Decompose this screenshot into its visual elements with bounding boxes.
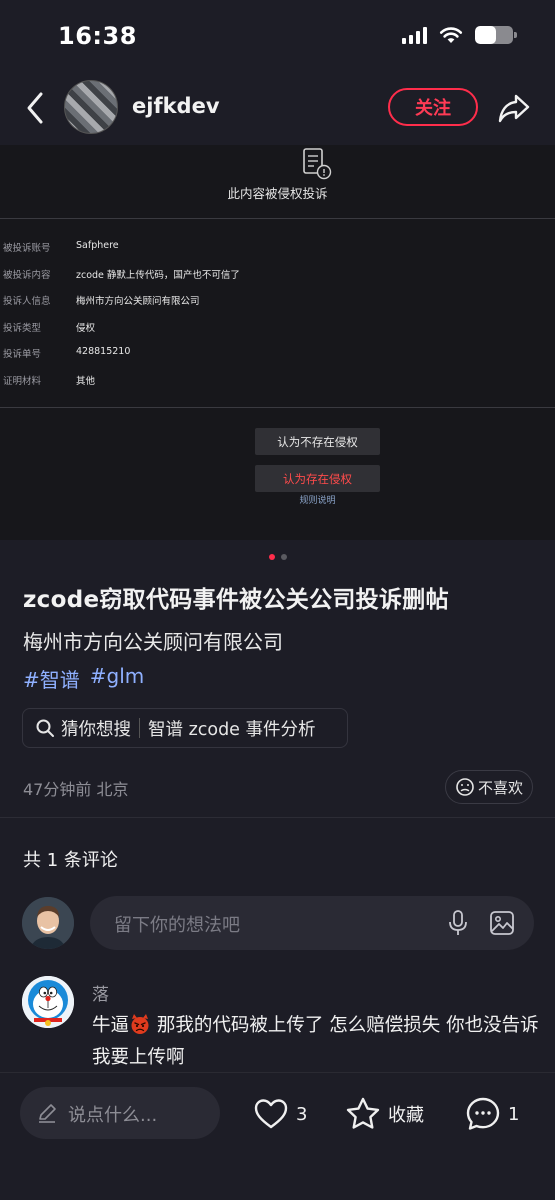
info-value: 梅州市方向公关顾问有限公司	[76, 296, 200, 307]
info-row: 被投诉账号 Safphere	[0, 240, 555, 260]
status-time: 16:38	[58, 22, 137, 50]
hashtag-link[interactable]: #智谱	[23, 664, 80, 693]
info-key: 投诉单号	[3, 349, 42, 360]
author-name[interactable]: ejfkdev	[132, 94, 220, 118]
pagination-dot-active	[268, 554, 275, 560]
heart-icon	[254, 1099, 288, 1129]
info-value: Safphere	[76, 240, 119, 251]
suggested-search-label: 猜你想搜	[61, 719, 131, 740]
hashtag-link[interactable]: #glm	[90, 664, 145, 693]
suggested-search[interactable]: 猜你想搜 智谱 zcode 事件分析	[22, 708, 348, 748]
info-key: 证明材料	[3, 376, 42, 387]
document-warning-icon	[303, 148, 332, 180]
info-key: 被投诉内容	[3, 270, 51, 281]
quick-comment-placeholder: 说点什么...	[68, 1105, 158, 1126]
post-title: zcode窃取代码事件被公关公司投诉删帖	[23, 587, 449, 613]
separator	[139, 718, 140, 738]
author-avatar[interactable]	[64, 80, 118, 134]
divider	[0, 407, 555, 408]
battery-icon	[475, 26, 517, 44]
post-image[interactable]: 此内容被侵权投诉 被投诉账号 Safphere 被投诉内容 zcode 静默上传…	[0, 145, 555, 540]
infringement-button: 认为存在侵权	[255, 465, 380, 492]
info-row: 投诉人信息 梅州市方向公关顾问有限公司	[0, 293, 555, 313]
frown-face-icon	[456, 778, 474, 796]
dislike-label: 不喜欢	[477, 778, 523, 797]
comment-text-part: 那我的代码被上传了 怎么赔偿损失 你也没告诉我要上传啊	[92, 1015, 539, 1068]
microphone-icon[interactable]	[446, 909, 470, 937]
post-header: ejfkdev 关注	[0, 72, 555, 144]
suggested-search-query: 智谱 zcode 事件分析	[148, 719, 316, 740]
status-icons	[402, 26, 517, 44]
star-icon	[346, 1097, 380, 1129]
comment-input[interactable]: 留下你的想法吧	[90, 896, 534, 950]
post-body: 梅州市方向公关顾问有限公司	[23, 630, 283, 654]
comment-text: 牛逼 那我的代码被上传了 怎么赔偿损失 你也没告诉我要上传啊	[92, 1010, 542, 1074]
wifi-icon	[439, 27, 463, 43]
info-value: 428815210	[76, 346, 131, 357]
angry-devil-emoji-icon	[131, 1014, 149, 1034]
info-value: zcode 静默上传代码，国产也不可信了	[76, 270, 240, 281]
like-button[interactable]: 3	[252, 1095, 307, 1133]
status-bar: 16:38	[0, 0, 555, 72]
commenter-name[interactable]: 落	[92, 980, 109, 1005]
info-row: 证明材料 其他	[0, 373, 555, 393]
rules-link: 规则说明	[299, 496, 336, 506]
follow-button[interactable]: 关注	[388, 88, 478, 126]
divider	[0, 218, 555, 219]
info-row: 被投诉内容 zcode 静默上传代码，国产也不可信了	[0, 267, 555, 287]
complaint-title: 此内容被侵权投诉	[227, 186, 328, 201]
info-row: 投诉单号 428815210	[0, 346, 555, 366]
info-key: 投诉类型	[3, 323, 42, 334]
info-row: 投诉类型 侵权	[0, 320, 555, 340]
like-count: 3	[296, 1103, 308, 1125]
pen-icon	[39, 1104, 56, 1123]
info-key: 被投诉账号	[3, 243, 51, 254]
info-value: 其他	[76, 376, 96, 387]
comment-count: 共 1 条评论	[23, 850, 118, 871]
quick-comment-input[interactable]: 说点什么...	[20, 1087, 220, 1139]
dislike-button[interactable]: 不喜欢	[445, 770, 533, 804]
collect-label: 收藏	[388, 1105, 424, 1126]
back-arrow-icon[interactable]	[18, 88, 52, 128]
comment-input-placeholder: 留下你的想法吧	[114, 915, 240, 936]
bottom-action-bar: 说点什么... 3 收藏 1	[0, 1072, 555, 1200]
divider	[0, 817, 555, 818]
no-infringement-button: 认为不存在侵权	[255, 428, 380, 455]
comments-count: 1	[508, 1103, 520, 1125]
image-pagination	[0, 554, 555, 560]
info-value: 侵权	[76, 323, 96, 334]
info-key: 投诉人信息	[3, 296, 51, 307]
share-icon[interactable]	[496, 90, 532, 126]
collect-button[interactable]: 收藏	[344, 1095, 424, 1133]
search-icon	[36, 719, 54, 737]
image-picker-icon[interactable]	[488, 909, 516, 937]
post-meta: 47分钟前 北京	[23, 780, 129, 799]
hashtags: #智谱 #glm	[23, 664, 144, 693]
pagination-dot	[280, 554, 287, 560]
comment-text-part: 牛逼	[92, 1015, 130, 1036]
comments-button[interactable]: 1	[464, 1095, 519, 1133]
cellular-signal-icon	[402, 26, 427, 44]
my-avatar	[22, 897, 74, 949]
commenter-avatar[interactable]	[22, 976, 74, 1028]
comment-bubble-icon	[466, 1097, 500, 1130]
